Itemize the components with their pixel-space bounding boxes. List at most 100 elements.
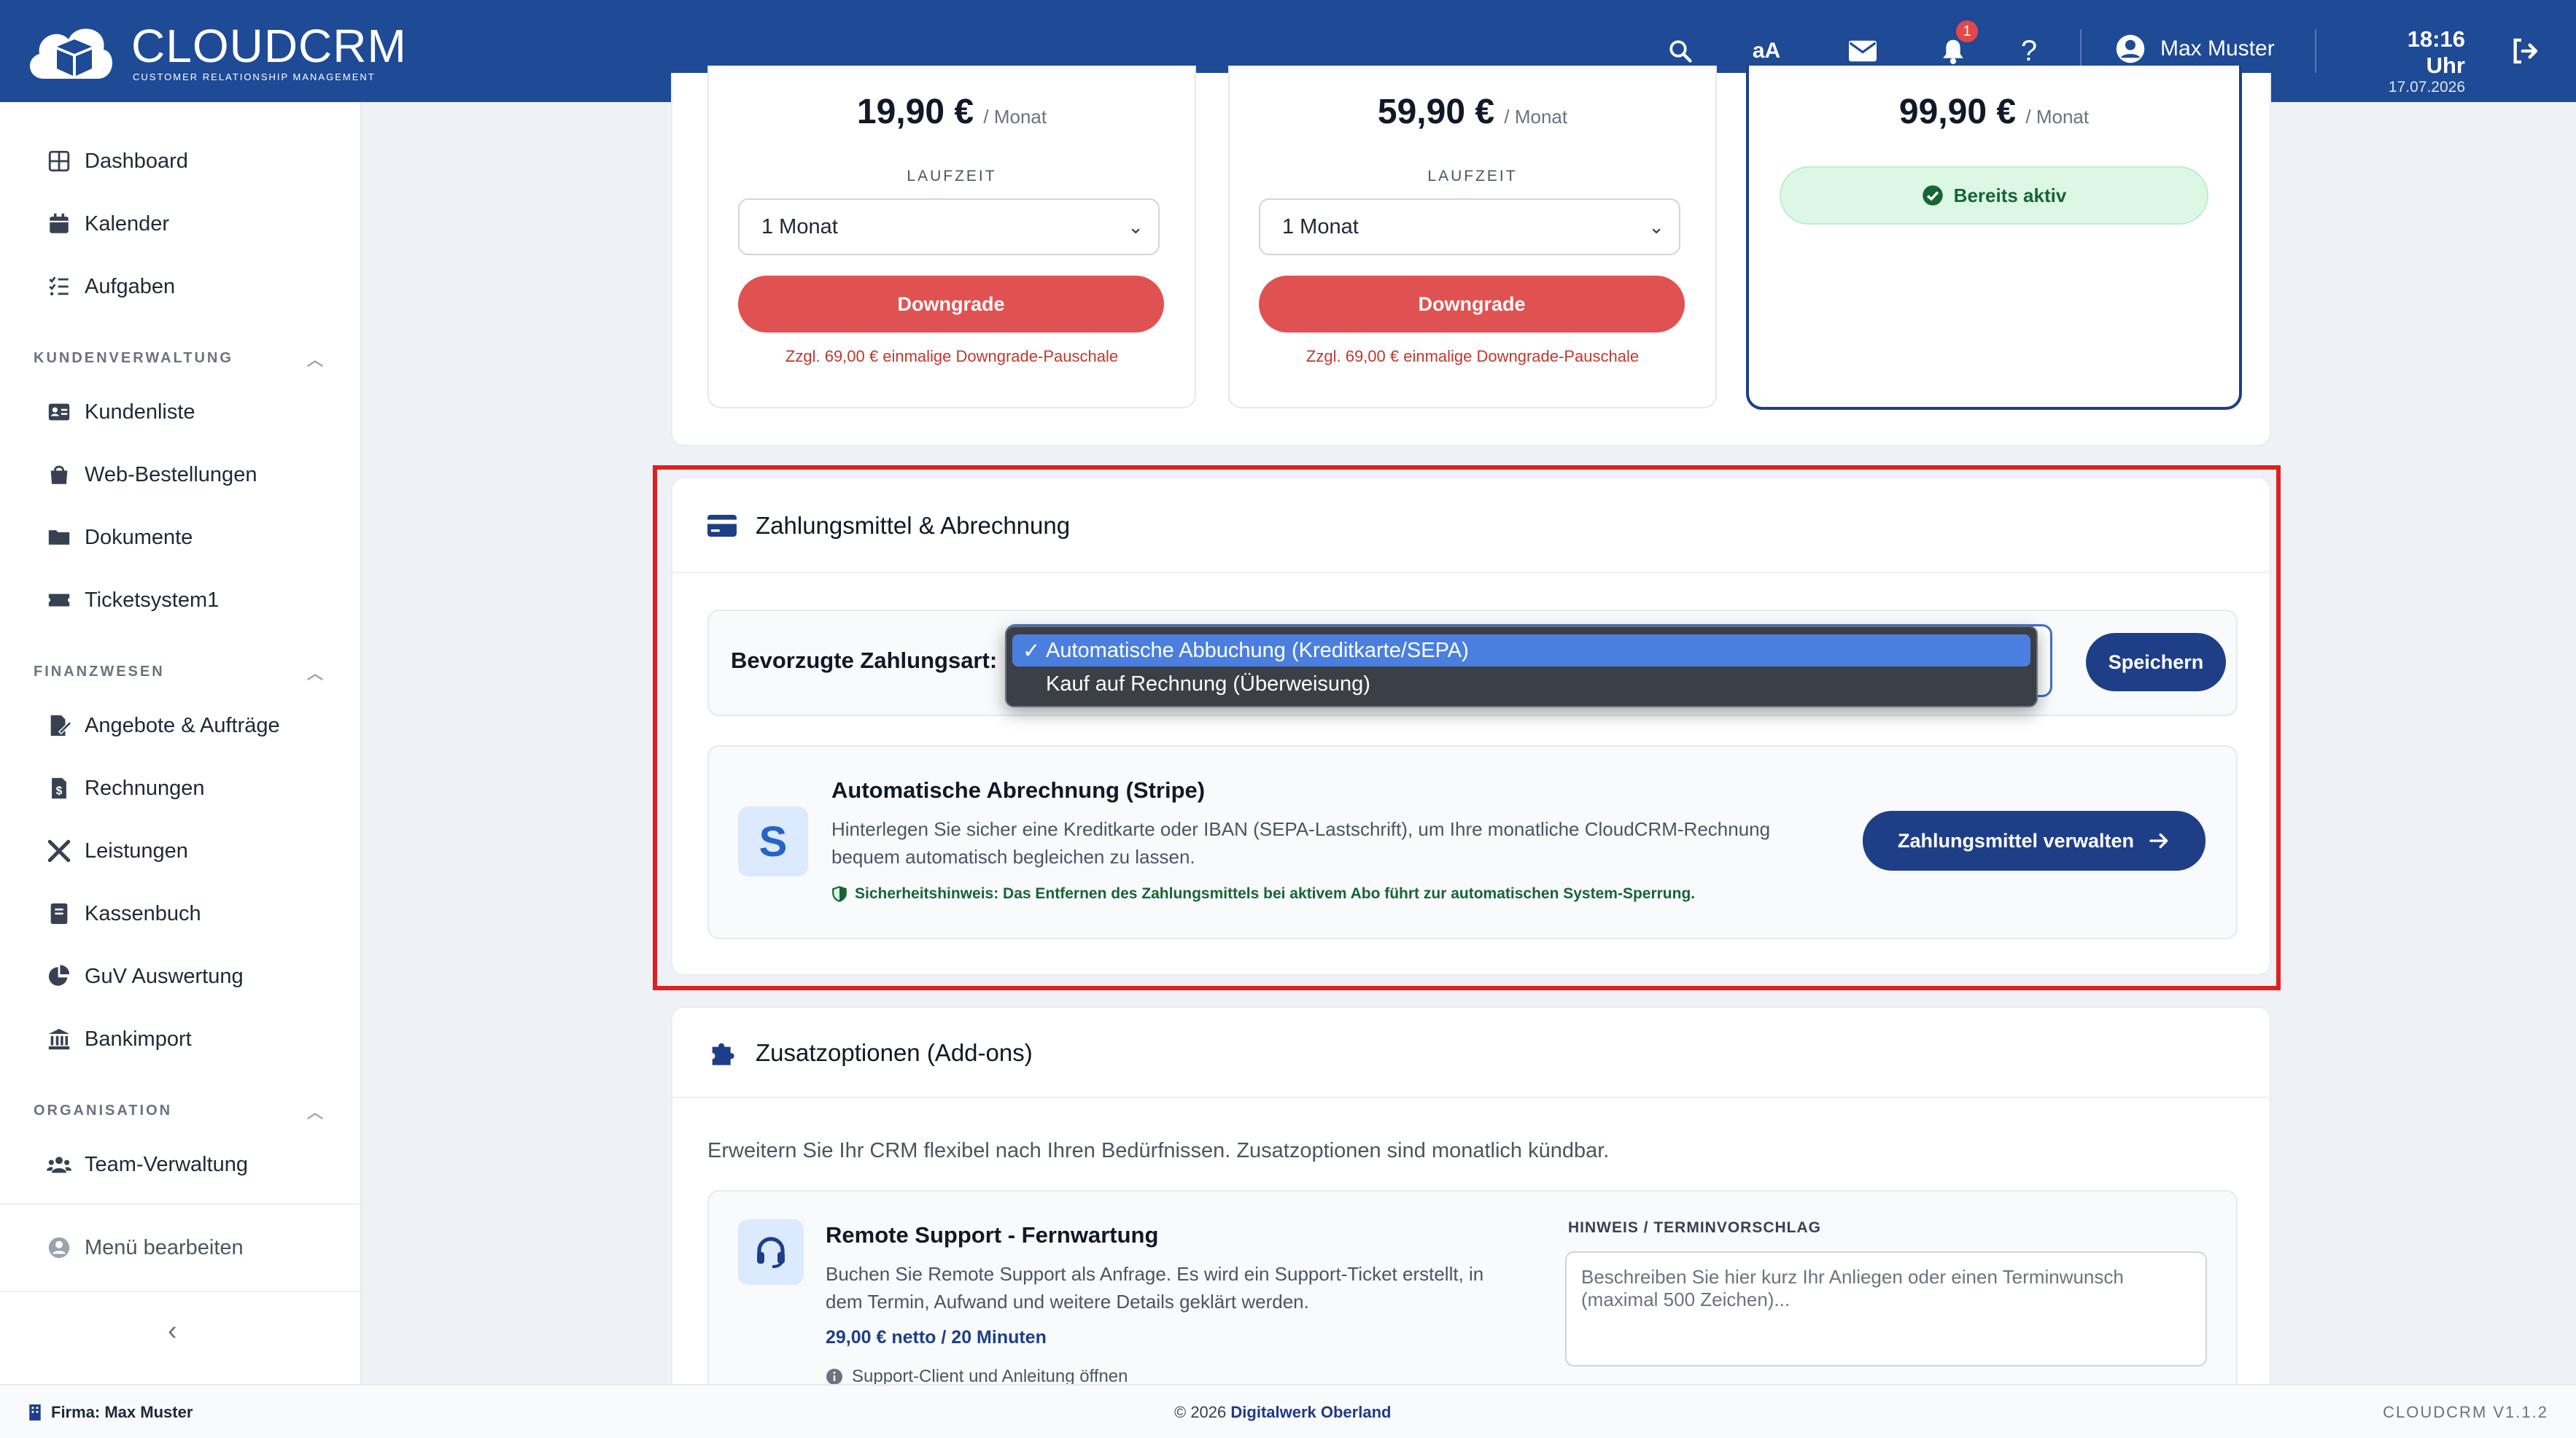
ticket-icon [48, 594, 70, 607]
sidebar-item-leistungen[interactable]: Leistungen [47, 839, 188, 863]
sidebar-item-label: Aufgaben [85, 274, 176, 298]
user-name: Max Muster [2160, 36, 2275, 61]
sidebar-item-dokumente[interactable]: Dokumente [47, 525, 193, 550]
headset-icon [738, 1219, 804, 1285]
sidebar-item-bankimport[interactable]: Bankimport [47, 1027, 192, 1052]
plan-price-period: / Monat [983, 106, 1047, 128]
duration-label: LAUFZEIT [907, 168, 997, 184]
section-label: KUNDENVERWALTUNG [34, 350, 233, 366]
building-icon [29, 1404, 41, 1420]
clock-date: 17.07.2026 [2388, 79, 2465, 96]
footer: Firma: Max Muster © 2026 Digitalwerk Obe… [0, 1384, 2576, 1438]
section-label: ORGANISATION [34, 1103, 173, 1119]
checkmark-icon: ✓ [1023, 639, 1041, 663]
plan-price-value: 59,90 € [1377, 93, 1495, 131]
duration-select[interactable]: 1 Monat ⌄ [1259, 198, 1680, 255]
help-icon[interactable]: ? [2010, 32, 2048, 70]
payment-option-invoice[interactable]: Kauf auf Rechnung (Überweisung) [1012, 668, 2030, 700]
mail-icon[interactable] [1844, 32, 1882, 70]
users-icon [47, 1157, 71, 1173]
collapse-sidebar-icon[interactable]: ‹ [168, 1315, 177, 1347]
footer-company: Firma: Max Muster [29, 1403, 193, 1422]
sidebar-item-guv[interactable]: GuV Auswertung [47, 964, 244, 989]
sidebar-item-ticketsystem[interactable]: Ticketsystem1 [47, 588, 219, 613]
sidebar-item-label: Angebote & Aufträge [85, 713, 280, 737]
sidebar-item-label: Ticketsystem1 [85, 588, 220, 612]
sidebar-item-web-bestellungen[interactable]: Web-Bestellungen [47, 462, 257, 487]
sidebar-item-kundenliste[interactable]: Kundenliste [47, 400, 195, 424]
plan-price: 19,90 € / Monat [709, 92, 1195, 132]
tools-icon [47, 839, 71, 863]
sidebar-item-label: Bankimport [85, 1027, 192, 1051]
copyright-text: © 2026 [1174, 1403, 1227, 1421]
status-text: Bereits aktiv [1953, 184, 2067, 206]
addons-section-title: Zusatzoptionen (Add-ons) [707, 1038, 1033, 1068]
addon-price: 29,00 € netto / 20 Minuten [826, 1327, 1047, 1348]
calendar-icon [50, 213, 69, 233]
clock-time: 18:16 Uhr [2407, 26, 2465, 78]
dashboard-icon [48, 150, 70, 172]
sidebar-item-label: Leistungen [85, 839, 188, 863]
book-icon [50, 903, 68, 925]
clock: 18:16 Uhr 17.07.2026 [2363, 26, 2465, 96]
copyright-owner-link[interactable]: Digitalwerk Oberland [1230, 1403, 1391, 1421]
hint-textarea[interactable] [1565, 1251, 2207, 1367]
sidebar-item-angebote[interactable]: Angebote & Aufträge [47, 713, 280, 738]
addon-description-line2: dem Termin, Aufwand und weitere Details … [826, 1291, 1309, 1313]
bank-icon [48, 1028, 70, 1050]
sidebar-item-calendar[interactable]: Kalender [47, 211, 169, 236]
chevron-down-icon: ⌄ [1128, 216, 1144, 238]
downgrade-button[interactable]: Downgrade [738, 276, 1164, 333]
sidebar-item-tasks[interactable]: Aufgaben [47, 274, 175, 299]
user-menu[interactable]: Max Muster [2115, 34, 2275, 64]
plan-price: 99,90 € / Monat [1749, 92, 2239, 132]
downgrade-button[interactable]: Downgrade [1259, 276, 1685, 333]
plans-panel: 19,90 € / Monat LAUFZEIT 1 Monat ⌄ Downg… [671, 66, 2271, 446]
option-label: Automatische Abbuchung (Kreditkarte/SEPA… [1046, 638, 1469, 662]
sidebar-item-team[interactable]: Team-Verwaltung [47, 1152, 248, 1177]
puzzle-piece-icon [712, 1043, 734, 1065]
sidebar-item-label: Dokumente [85, 525, 193, 549]
sidebar-divider [0, 1203, 360, 1205]
plan-card: 59,90 € / Monat LAUFZEIT 1 Monat ⌄ Downg… [1228, 66, 1717, 408]
footer-company-text: Firma: Max Muster [51, 1403, 193, 1421]
plan-price-period: / Monat [1504, 106, 1568, 128]
highlight-frame [653, 465, 2281, 990]
section-header-org[interactable]: ORGANISATION ︿ [34, 1103, 325, 1122]
addon-description-line1: Buchen Sie Remote Support als Anfrage. E… [826, 1263, 1484, 1285]
edit-menu-label: Menü bearbeiten [85, 1235, 244, 1259]
shopping-bag-icon [50, 465, 68, 484]
hint-label: HINWEIS / TERMINVORSCHLAG [1568, 1219, 1822, 1236]
info-circle-icon [826, 1369, 842, 1385]
font-size-button[interactable]: aA [1747, 32, 1785, 70]
logout-icon[interactable] [2506, 32, 2544, 70]
sidebar-item-label: Web-Bestellungen [85, 462, 257, 486]
footer-version: CLOUDCRM V1.1.2 [2383, 1403, 2548, 1421]
payment-option-auto-debit[interactable]: ✓ Automatische Abbuchung (Kreditkarte/SE… [1012, 634, 2030, 666]
duration-value: 1 Monat [1282, 214, 1359, 238]
brand-subtitle: CUSTOMER RELATIONSHIP MANAGEMENT [133, 71, 376, 82]
plan-price-value: 99,90 € [1898, 93, 2017, 131]
duration-value: 1 Monat [761, 214, 838, 238]
chevron-up-icon: ︿ [306, 1103, 325, 1122]
section-header-finance[interactable]: FINANZWESEN ︿ [34, 664, 325, 683]
plan-card-active: 99,90 € / Monat Bereits aktiv [1746, 66, 2242, 410]
search-icon[interactable] [1661, 32, 1699, 70]
section-header-customers[interactable]: KUNDENVERWALTUNG ︿ [34, 350, 325, 369]
sidebar-item-label: Kundenliste [85, 400, 195, 424]
payment-method-dropdown: ✓ Automatische Abbuchung (Kreditkarte/SE… [1005, 626, 2038, 707]
duration-select[interactable]: 1 Monat ⌄ [738, 198, 1160, 255]
user-avatar-icon [2116, 34, 2145, 63]
plan-price-period: / Monat [2025, 106, 2090, 128]
sidebar-item-label: Kalender [85, 211, 170, 236]
section-label: FINANZWESEN [34, 664, 165, 680]
topbar-divider [2315, 29, 2316, 73]
plan-price-value: 19,90 € [856, 93, 974, 131]
sidebar-item-dashboard[interactable]: Dashboard [47, 149, 188, 174]
downgrade-fee-note: Zzgl. 69,00 € einmalige Downgrade-Pausch… [785, 347, 1119, 365]
edit-menu-button[interactable]: Menü bearbeiten [47, 1235, 244, 1260]
sidebar-item-rechnungen[interactable]: $ Rechnungen [47, 776, 204, 801]
sidebar-item-label: Team-Verwaltung [85, 1152, 249, 1176]
plan-price: 59,90 € / Monat [1230, 92, 1715, 132]
sidebar-item-kassenbuch[interactable]: Kassenbuch [47, 901, 201, 926]
